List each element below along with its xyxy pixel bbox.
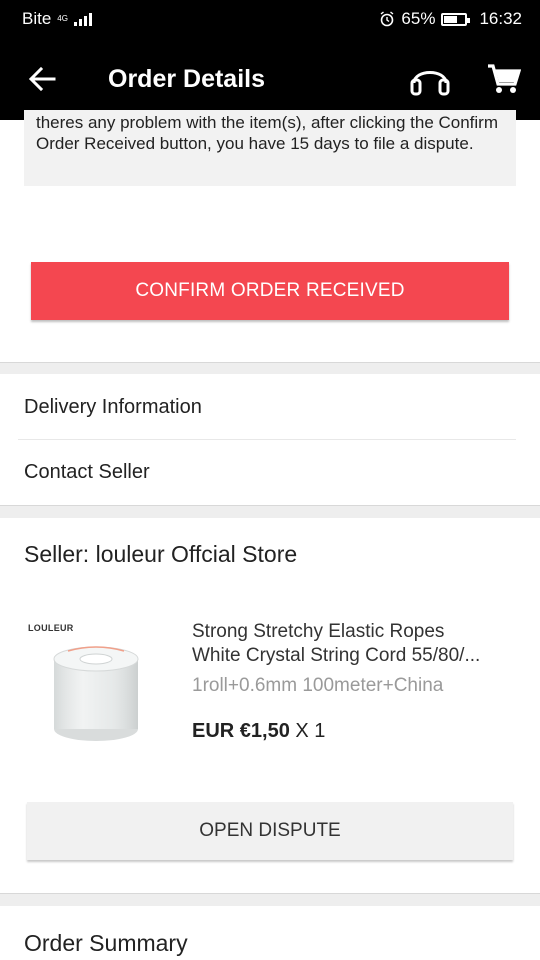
- battery-icon: [441, 12, 471, 26]
- battery-percent: 65%: [401, 9, 436, 28]
- status-bar: Bite 4G 65% 16:32: [0, 0, 540, 38]
- order-summary-heading[interactable]: Order Summary: [24, 930, 188, 957]
- headset-icon: [410, 71, 450, 96]
- product-price: EUR €1,50: [192, 720, 290, 742]
- cart-button[interactable]: [476, 51, 532, 107]
- delivery-information-label: Delivery Information: [24, 395, 202, 418]
- status-right: 65% 16:32: [379, 9, 522, 29]
- order-details-screen: Bite 4G 65% 16:32 Order Details theres a…: [0, 0, 540, 960]
- section-divider: [0, 893, 540, 906]
- product-image[interactable]: LOULEUR: [24, 617, 174, 767]
- confirm-order-received-button[interactable]: CONFIRM ORDER RECEIVED: [31, 262, 509, 320]
- network-label: 4G: [57, 14, 68, 23]
- signal-icon: [73, 12, 92, 26]
- app-bar: Order Details: [0, 38, 540, 120]
- carrier-name: Bite: [22, 9, 52, 28]
- elastic-cord-spool-image: [53, 646, 139, 741]
- product-variant: 1roll+0.6mm 100meter+China: [192, 675, 444, 696]
- status-left: Bite 4G: [22, 9, 92, 29]
- contact-seller-link[interactable]: Contact Seller: [0, 440, 540, 505]
- seller-name[interactable]: Seller: louleur Offcial Store: [24, 541, 297, 568]
- confirm-notice-text: theres any problem with the item(s), aft…: [36, 113, 499, 153]
- product-quantity: X 1: [295, 720, 326, 742]
- network-type: 4G: [57, 15, 68, 23]
- customer-service-button[interactable]: [402, 51, 458, 107]
- delivery-information-link[interactable]: Delivery Information: [0, 374, 540, 440]
- back-button[interactable]: [12, 49, 72, 109]
- section-divider: [0, 505, 540, 518]
- shopping-cart-icon: [488, 64, 521, 93]
- product-name-line-2: White Crystal String Cord 55/80/...: [192, 645, 481, 666]
- battery-fill: [444, 15, 458, 23]
- alarm-clock-icon: [380, 11, 394, 27]
- clock: 16:32: [479, 9, 522, 28]
- product-price-line: EUR €1,50 X 1: [192, 720, 325, 743]
- contact-seller-label: Contact Seller: [24, 461, 150, 483]
- open-dispute-button[interactable]: OPEN DISPUTE: [27, 802, 513, 860]
- confirm-notice: theres any problem with the item(s), aft…: [24, 110, 516, 186]
- arrow-left-icon: [28, 66, 56, 92]
- product-name-line-1: Strong Stretchy Elastic Ropes: [192, 621, 445, 642]
- product-name[interactable]: Strong Stretchy Elastic Ropes White Crys…: [192, 620, 522, 668]
- page-title: Order Details: [108, 64, 266, 93]
